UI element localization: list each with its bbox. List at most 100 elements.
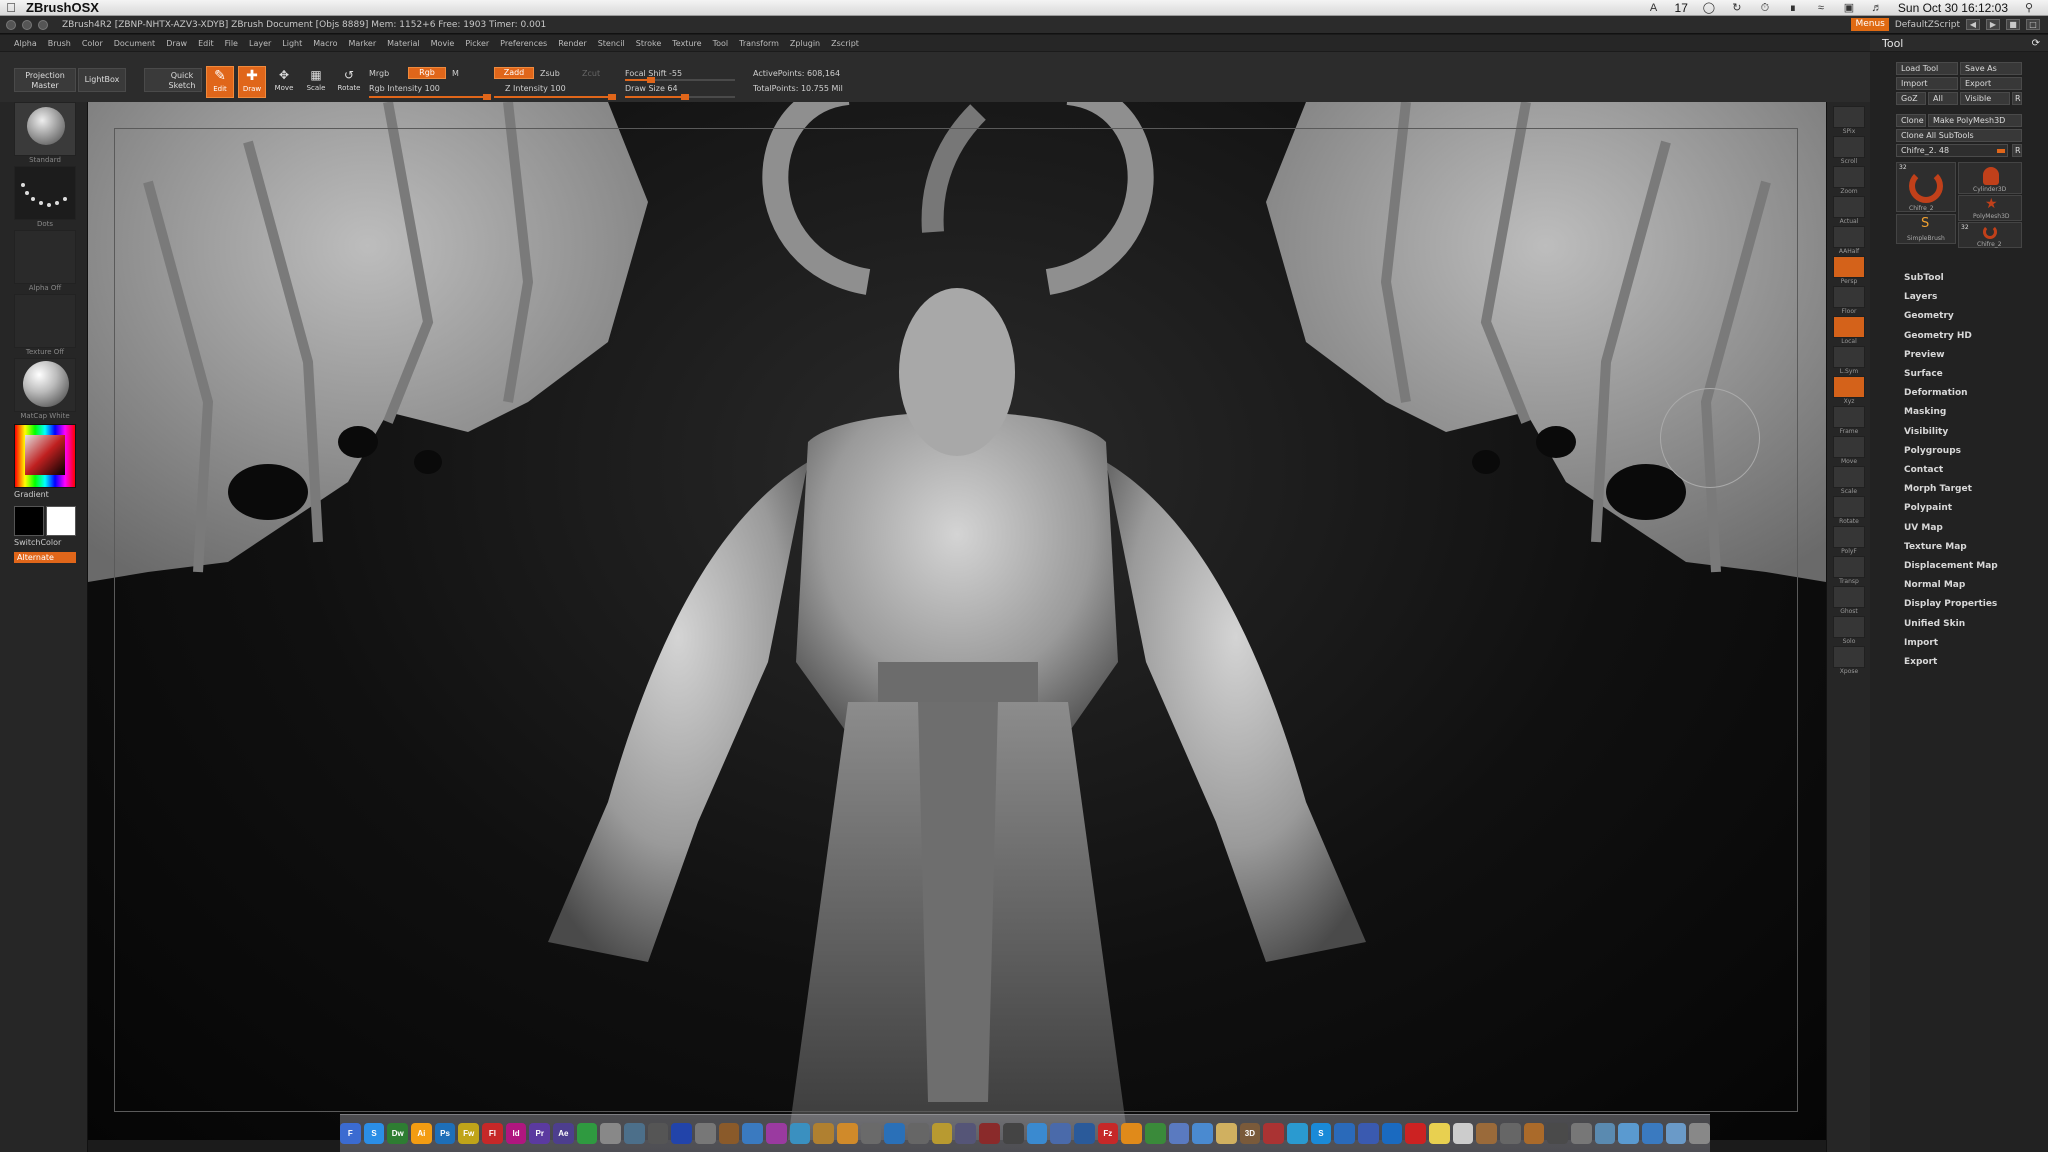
tool-section-unified-skin[interactable]: Unified Skin <box>1904 619 1965 629</box>
dock-app-icon[interactable] <box>1026 1123 1048 1144</box>
current-tool-slider[interactable]: Chifre_2. 48 <box>1896 144 2008 157</box>
time-machine-icon[interactable]: ⏱ <box>1758 2 1772 14</box>
dock-app-icon[interactable]: Id <box>505 1123 527 1144</box>
secondary-color-swatch[interactable] <box>46 506 76 536</box>
menu-movie[interactable]: Movie <box>431 39 455 48</box>
document-canvas[interactable] <box>88 102 1826 1140</box>
aahalf-button[interactable] <box>1833 226 1865 248</box>
stroke-thumbnail[interactable] <box>14 166 76 220</box>
alpha-thumbnail[interactable] <box>14 230 76 284</box>
quick-sketch-button[interactable]: Quick Sketch <box>144 68 202 92</box>
polyf-button[interactable] <box>1833 526 1865 548</box>
z-intensity-slider[interactable] <box>494 94 616 100</box>
menu-edit[interactable]: Edit <box>198 39 214 48</box>
brush-thumbnail[interactable] <box>14 102 76 156</box>
tool-thumb-simplebrush[interactable]: S SimpleBrush <box>1896 214 1956 244</box>
dock-app-icon[interactable] <box>766 1123 787 1144</box>
tool-section-preview[interactable]: Preview <box>1904 350 1945 360</box>
bluetooth-icon[interactable]: ∎ <box>1786 2 1800 14</box>
dock-app-icon[interactable] <box>1192 1123 1213 1144</box>
dock-app-icon[interactable] <box>955 1123 977 1144</box>
dock-app-icon[interactable] <box>742 1123 764 1144</box>
layout-button-3[interactable]: ■ <box>2006 19 2020 30</box>
dock-app-icon[interactable]: F <box>340 1123 361 1144</box>
dock-app-icon[interactable] <box>624 1123 645 1144</box>
xpose-button[interactable] <box>1833 646 1865 668</box>
dock-app-icon[interactable] <box>931 1123 953 1144</box>
dock-app-icon[interactable] <box>1523 1123 1545 1144</box>
dock-app-icon[interactable] <box>1499 1123 1521 1144</box>
dock-app-icon[interactable] <box>1002 1123 1024 1144</box>
menu-tool[interactable]: Tool <box>713 39 729 48</box>
dock-app-icon[interactable] <box>1073 1123 1095 1144</box>
menu-color[interactable]: Color <box>82 39 103 48</box>
wifi-icon[interactable]: ≈ <box>1814 2 1828 14</box>
lightbox-button[interactable]: LightBox <box>78 68 126 92</box>
tool-section-display-properties[interactable]: Display Properties <box>1904 599 1997 609</box>
apple-icon[interactable]:  <box>0 0 22 15</box>
dock-app-icon[interactable] <box>1357 1123 1379 1144</box>
mrgb-toggle[interactable]: Mrgb <box>369 69 389 78</box>
spotlight-search-icon[interactable]: ⚲ <box>2022 2 2036 14</box>
alternate-button[interactable]: Alternate <box>14 552 76 563</box>
chat-icon[interactable]: ◯ <box>1702 2 1716 14</box>
dock-app-icon[interactable]: Fl <box>482 1123 503 1144</box>
gradient-label[interactable]: Gradient <box>14 490 49 499</box>
layout-button-2[interactable]: ▶ <box>1986 19 2000 30</box>
dock-app-icon[interactable]: S <box>1310 1123 1332 1144</box>
dock-app-icon[interactable] <box>1594 1123 1616 1144</box>
tool-section-export[interactable]: Export <box>1904 657 1937 667</box>
layout-button[interactable]: ◀ <box>1966 19 1980 30</box>
dock-app-icon[interactable] <box>860 1123 882 1144</box>
zsub-toggle[interactable]: Zsub <box>540 69 560 78</box>
tool-palette-header[interactable]: Tool ⟳ <box>1870 35 2048 51</box>
menu-picker[interactable]: Picker <box>465 39 489 48</box>
dock-app-icon[interactable] <box>789 1123 811 1144</box>
tool-section-contact[interactable]: Contact <box>1904 465 1943 475</box>
tool-thumb-polymesh[interactable]: ★ PolyMesh3D <box>1958 195 2022 221</box>
dock-app-icon[interactable] <box>1452 1123 1474 1144</box>
dock-app-icon[interactable] <box>1618 1123 1639 1144</box>
edit-mode-button[interactable]: ✎ Edit <box>206 66 234 98</box>
tool-section-subtool[interactable]: SubTool <box>1904 273 1944 283</box>
solo-button[interactable] <box>1833 616 1865 638</box>
dock-app-icon[interactable] <box>718 1123 740 1144</box>
menu-layer[interactable]: Layer <box>249 39 271 48</box>
scale-mode-button[interactable]: ▦ Scale <box>302 66 330 98</box>
tool-thumb-cylinder[interactable]: Cylinder3D <box>1958 162 2022 194</box>
dock-app-icon[interactable] <box>1121 1123 1142 1144</box>
dock-app-icon[interactable] <box>1215 1123 1237 1144</box>
screen-icon[interactable]: ▣ <box>1842 2 1856 14</box>
rgb-toggle[interactable]: Rgb <box>408 67 446 79</box>
tool-section-geometry[interactable]: Geometry <box>1904 311 1954 321</box>
scale-button[interactable] <box>1833 466 1865 488</box>
zcut-toggle[interactable]: Zcut <box>582 69 600 78</box>
rotate-button[interactable] <box>1833 496 1865 518</box>
tool-section-geometry-hd[interactable]: Geometry HD <box>1904 331 1972 341</box>
import-button[interactable]: Import <box>1896 77 1958 90</box>
load-tool-button[interactable]: Load Tool <box>1896 62 1958 75</box>
dock-app-icon[interactable] <box>671 1123 693 1144</box>
tool-section-normal-map[interactable]: Normal Map <box>1904 580 1965 590</box>
scroll-button[interactable] <box>1833 136 1865 158</box>
persp-button[interactable] <box>1833 256 1865 278</box>
m-toggle[interactable]: M <box>452 69 459 78</box>
dock-app-icon[interactable]: Ae <box>553 1123 574 1144</box>
dock-app-icon[interactable] <box>1547 1123 1568 1144</box>
menu-file[interactable]: File <box>225 39 238 48</box>
close-window-icon[interactable] <box>6 19 16 30</box>
rgb-intensity-slider[interactable] <box>369 94 491 100</box>
menu-draw[interactable]: Draw <box>166 39 187 48</box>
dock-app-icon[interactable] <box>1168 1123 1190 1144</box>
menu-zscript[interactable]: Zscript <box>831 39 859 48</box>
frame-button[interactable] <box>1833 406 1865 428</box>
tool-section-import[interactable]: Import <box>1904 638 1938 648</box>
zadd-toggle[interactable]: Zadd <box>494 67 534 79</box>
clone-all-subtools-button[interactable]: Clone All SubTools <box>1896 129 2022 142</box>
ghost-button[interactable] <box>1833 586 1865 608</box>
dock-app-icon[interactable] <box>1428 1123 1450 1144</box>
dock-app-icon[interactable]: Ps <box>434 1123 456 1144</box>
dock-app-icon[interactable] <box>908 1123 929 1144</box>
menu-alpha[interactable]: Alpha <box>14 39 37 48</box>
clock[interactable]: Sun Oct 30 16:12:03 <box>1898 1 2008 15</box>
